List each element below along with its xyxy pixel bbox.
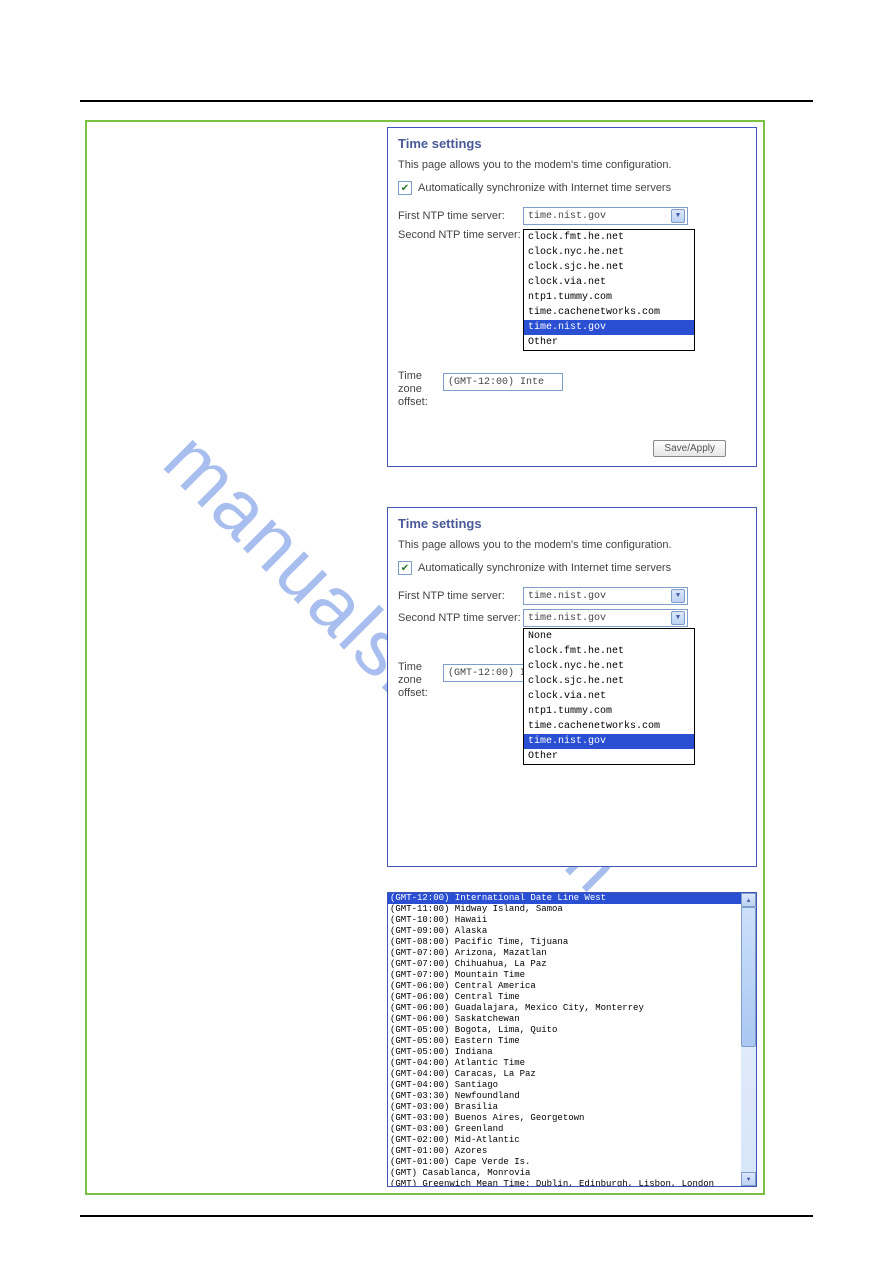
dropdown-option[interactable]: time.nist.gov (524, 734, 694, 749)
first-ntp-label: First NTP time server: (398, 590, 523, 602)
time-settings-panel-2: Time settings This page allows you to th… (387, 507, 757, 867)
chevron-down-icon: ▼ (671, 209, 685, 223)
timezone-option[interactable]: (GMT) Greenwich Mean Time: Dublin, Edinb… (388, 1179, 741, 1186)
timezone-option[interactable]: (GMT-03:00) Buenos Aires, Georgetown (388, 1113, 741, 1124)
scrollbar-thumb[interactable] (741, 907, 756, 1047)
timezone-option[interactable]: (GMT-07:00) Mountain Time (388, 970, 741, 981)
dropdown-option[interactable]: time.cachenetworks.com (524, 305, 694, 320)
timezone-option[interactable]: (GMT) Casablanca, Monrovia (388, 1168, 741, 1179)
panel-title: Time settings (398, 516, 746, 531)
auto-sync-label: Automatically synchronize with Internet … (418, 562, 671, 574)
dropdown-option[interactable]: None (524, 629, 694, 644)
auto-sync-checkbox[interactable]: ✔ (398, 561, 412, 575)
timezone-option[interactable]: (GMT-06:00) Saskatchewan (388, 1014, 741, 1025)
timezone-option[interactable]: (GMT-05:00) Indiana (388, 1047, 741, 1058)
dropdown-option[interactable]: clock.via.net (524, 275, 694, 290)
first-ntp-select[interactable]: time.nist.gov ▼ (523, 587, 688, 605)
second-ntp-dropdown-open[interactable]: Noneclock.fmt.he.netclock.nyc.he.netcloc… (523, 628, 695, 765)
timezone-option[interactable]: (GMT-06:00) Central Time (388, 992, 741, 1003)
timezone-label: Time zone offset: (398, 370, 443, 409)
auto-sync-label: Automatically synchronize with Internet … (418, 182, 671, 194)
timezone-option[interactable]: (GMT-05:00) Bogota, Lima, Quito (388, 1025, 741, 1036)
timezone-select[interactable]: (GMT-12:00) Inte (443, 373, 563, 391)
scroll-up-icon[interactable]: ▲ (741, 893, 756, 907)
timezone-option[interactable]: (GMT-06:00) Central America (388, 981, 741, 992)
timezone-listbox[interactable]: (GMT-12:00) International Date Line West… (388, 893, 741, 1186)
second-ntp-dropdown-open[interactable]: clock.fmt.he.netclock.nyc.he.netclock.sj… (523, 229, 695, 351)
second-ntp-label: Second NTP time server: (398, 612, 523, 624)
panel-description: This page allows you to the modem's time… (398, 539, 746, 551)
timezone-option[interactable]: (GMT-08:00) Pacific Time, Tijuana (388, 937, 741, 948)
first-ntp-select[interactable]: time.nist.gov ▼ (523, 207, 688, 225)
timezone-option[interactable]: (GMT-04:00) Atlantic Time (388, 1058, 741, 1069)
panel-title: Time settings (398, 136, 746, 151)
timezone-option[interactable]: (GMT-04:00) Santiago (388, 1080, 741, 1091)
second-ntp-label: Second NTP time server: (398, 229, 523, 241)
dropdown-option[interactable]: time.nist.gov (524, 320, 694, 335)
timezone-option[interactable]: (GMT-12:00) International Date Line West (388, 893, 741, 904)
dropdown-option[interactable]: clock.fmt.he.net (524, 230, 694, 245)
timezone-option[interactable]: (GMT-07:00) Arizona, Mazatlan (388, 948, 741, 959)
timezone-option[interactable]: (GMT-06:00) Guadalajara, Mexico City, Mo… (388, 1003, 741, 1014)
timezone-option[interactable]: (GMT-01:00) Azores (388, 1146, 741, 1157)
timezone-option[interactable]: (GMT-11:00) Midway Island, Samoa (388, 904, 741, 915)
timezone-option[interactable]: (GMT-09:00) Alaska (388, 926, 741, 937)
timezone-option[interactable]: (GMT-10:00) Hawaii (388, 915, 741, 926)
dropdown-option[interactable]: Other (524, 335, 694, 350)
dropdown-option[interactable]: clock.sjc.he.net (524, 260, 694, 275)
dropdown-option[interactable]: clock.sjc.he.net (524, 674, 694, 689)
timezone-option[interactable]: (GMT-07:00) Chihuahua, La Paz (388, 959, 741, 970)
second-ntp-select[interactable]: time.nist.gov ▼ (523, 609, 688, 627)
panel-description: This page allows you to the modem's time… (398, 159, 746, 171)
scrollbar[interactable]: ▲ ▼ (741, 893, 756, 1186)
chevron-down-icon: ▼ (671, 611, 685, 625)
dropdown-option[interactable]: ntp1.tummy.com (524, 704, 694, 719)
timezone-option[interactable]: (GMT-03:30) Newfoundland (388, 1091, 741, 1102)
timezone-option[interactable]: (GMT-01:00) Cape Verde Is. (388, 1157, 741, 1168)
dropdown-option[interactable]: clock.fmt.he.net (524, 644, 694, 659)
time-settings-panel-1: Time settings This page allows you to th… (387, 127, 757, 467)
first-ntp-label: First NTP time server: (398, 210, 523, 222)
timezone-list-panel: (GMT-12:00) International Date Line West… (387, 892, 757, 1187)
dropdown-option[interactable]: clock.nyc.he.net (524, 659, 694, 674)
divider-top (80, 100, 813, 102)
dropdown-option[interactable]: Other (524, 749, 694, 764)
timezone-option[interactable]: (GMT-05:00) Eastern Time (388, 1036, 741, 1047)
dropdown-option[interactable]: clock.via.net (524, 689, 694, 704)
save-apply-button[interactable]: Save/Apply (653, 440, 726, 457)
scroll-down-icon[interactable]: ▼ (741, 1172, 756, 1186)
auto-sync-checkbox[interactable]: ✔ (398, 181, 412, 195)
divider-bottom (80, 1215, 813, 1217)
timezone-option[interactable]: (GMT-03:00) Brasilia (388, 1102, 741, 1113)
dropdown-option[interactable]: clock.nyc.he.net (524, 245, 694, 260)
dropdown-option[interactable]: ntp1.tummy.com (524, 290, 694, 305)
timezone-option[interactable]: (GMT-02:00) Mid-Atlantic (388, 1135, 741, 1146)
figure-frame: manualslive.com Time settings This page … (85, 120, 765, 1195)
dropdown-option[interactable]: time.cachenetworks.com (524, 719, 694, 734)
timezone-option[interactable]: (GMT-04:00) Caracas, La Paz (388, 1069, 741, 1080)
chevron-down-icon: ▼ (671, 589, 685, 603)
timezone-option[interactable]: (GMT-03:00) Greenland (388, 1124, 741, 1135)
timezone-label: Time zone offset: (398, 661, 443, 700)
